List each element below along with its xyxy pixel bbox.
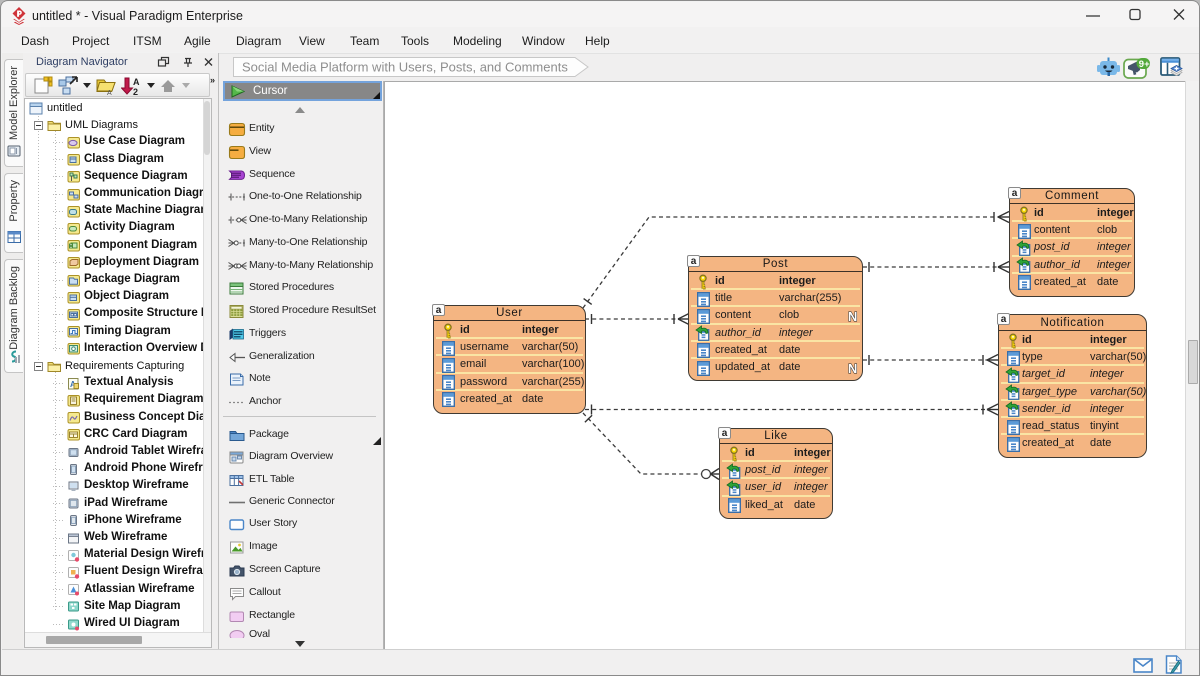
svg-text:N: N bbox=[848, 309, 857, 323]
svg-text:2: 2 bbox=[133, 87, 138, 96]
svg-text:Social Media Platform with Use: Social Media Platform with Users, Posts,… bbox=[242, 60, 568, 75]
svg-text:A: A bbox=[107, 90, 112, 96]
svg-text:N: N bbox=[848, 361, 857, 375]
svg-text:A: A bbox=[133, 77, 140, 87]
svg-text:9+: 9+ bbox=[1139, 59, 1150, 70]
